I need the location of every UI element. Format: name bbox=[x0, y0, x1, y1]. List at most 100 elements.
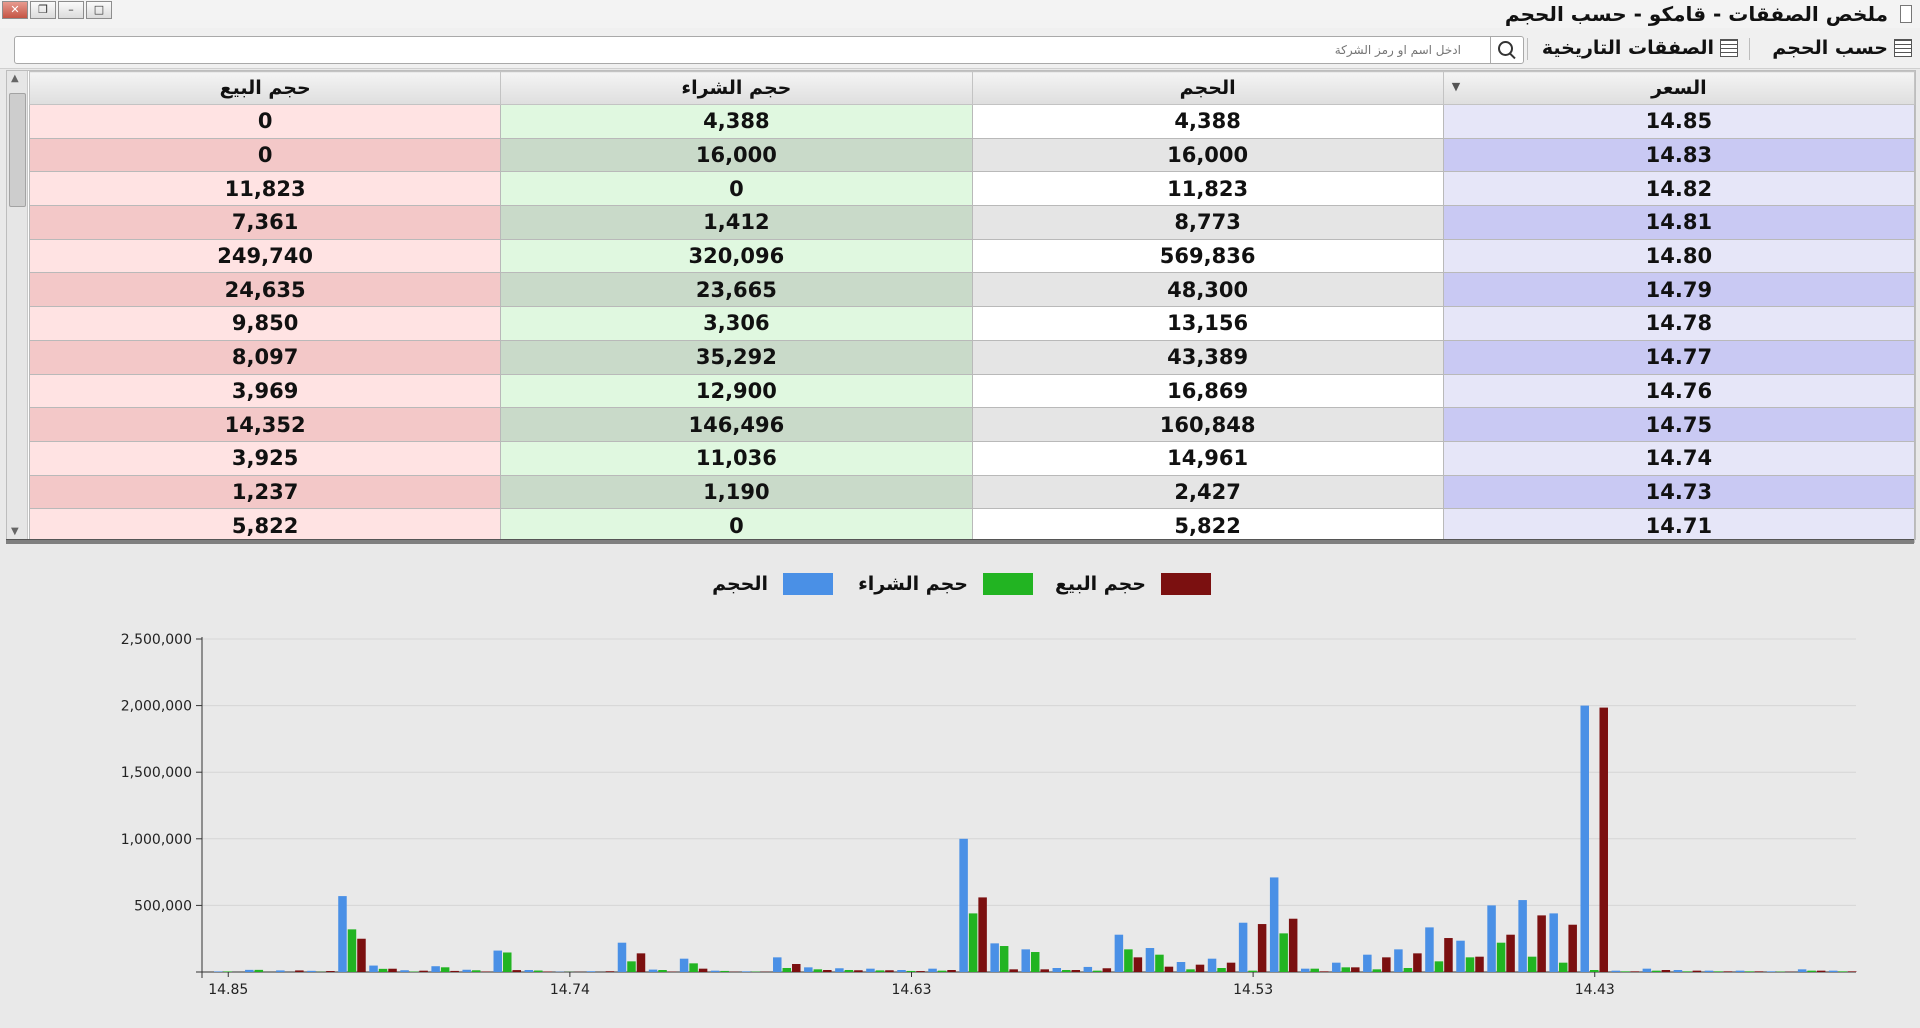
table-row[interactable]: 14,352146,496160,84814.75 bbox=[30, 408, 1915, 442]
bar bbox=[897, 970, 906, 972]
toolbar-separator bbox=[1749, 38, 1750, 60]
bar bbox=[1279, 933, 1288, 972]
bar bbox=[255, 970, 264, 972]
trades-table: حجم البيع حجم الشراء الحجم ▼ السعر 04,38… bbox=[29, 71, 1915, 543]
x-tick-label: 14.74 bbox=[550, 982, 590, 998]
bar bbox=[637, 953, 646, 972]
bar bbox=[295, 970, 304, 972]
bar bbox=[1580, 706, 1589, 972]
trades-grid: ▲ ▼ حجم البيع حجم الشراء الحجم ▼ السعر 0… bbox=[6, 70, 1916, 540]
col-buy-volume[interactable]: حجم الشراء bbox=[501, 72, 972, 105]
legend-label: الحجم bbox=[712, 573, 768, 595]
bar bbox=[1838, 971, 1847, 972]
scroll-up-icon[interactable]: ▲ bbox=[11, 73, 19, 84]
bar bbox=[1590, 970, 1599, 972]
cell-volume: 16,869 bbox=[972, 374, 1443, 408]
table-row[interactable]: 1,2371,1902,42714.73 bbox=[30, 475, 1915, 509]
bar bbox=[357, 939, 366, 972]
bar bbox=[876, 970, 885, 972]
historical-trades-button[interactable]: الصفقات التاريخية bbox=[1542, 36, 1738, 60]
bar bbox=[1755, 971, 1764, 972]
bar bbox=[1612, 971, 1621, 972]
bar bbox=[245, 970, 254, 972]
bar bbox=[814, 969, 823, 972]
bar bbox=[1289, 919, 1298, 972]
bar bbox=[1186, 969, 1195, 972]
search-input[interactable] bbox=[19, 39, 1463, 61]
bar bbox=[606, 971, 615, 972]
bar bbox=[419, 971, 428, 972]
bar bbox=[1599, 708, 1608, 972]
minimize-button[interactable]: – bbox=[58, 1, 84, 19]
bar bbox=[1239, 923, 1248, 972]
bar bbox=[494, 951, 503, 972]
col-volume[interactable]: الحجم bbox=[972, 72, 1443, 105]
y-tick-label: 500,000 bbox=[134, 898, 192, 914]
bar bbox=[1724, 971, 1733, 972]
bar bbox=[783, 968, 792, 972]
table-row[interactable]: 11,823011,82314.82 bbox=[30, 172, 1915, 206]
cell-volume: 13,156 bbox=[972, 307, 1443, 341]
cell-price: 14.74 bbox=[1443, 441, 1914, 475]
bar bbox=[947, 970, 956, 972]
table-row[interactable]: 249,740320,096569,83614.80 bbox=[30, 239, 1915, 273]
cell-sell-volume: 11,823 bbox=[30, 172, 501, 206]
cell-price: 14.76 bbox=[1443, 374, 1914, 408]
cell-sell-volume: 14,352 bbox=[30, 408, 501, 442]
bar bbox=[711, 971, 720, 972]
table-row[interactable]: 8,09735,29243,38914.77 bbox=[30, 340, 1915, 374]
window-controls: ✕ ❐ – □ bbox=[2, 1, 114, 19]
table-row[interactable]: 5,82205,82214.71 bbox=[30, 509, 1915, 543]
table-row[interactable]: 7,3611,4128,77314.81 bbox=[30, 206, 1915, 240]
bar bbox=[773, 957, 782, 972]
cell-buy-volume: 0 bbox=[501, 172, 972, 206]
bar bbox=[1829, 971, 1838, 972]
maximize-button[interactable]: □ bbox=[86, 1, 112, 19]
vertical-scrollbar[interactable]: ▲ ▼ bbox=[7, 71, 28, 539]
bar bbox=[472, 970, 481, 972]
y-tick-label: 1,000,000 bbox=[121, 832, 192, 848]
bar bbox=[525, 970, 534, 972]
cell-price: 14.71 bbox=[1443, 509, 1914, 543]
bar bbox=[326, 971, 335, 972]
bar bbox=[441, 967, 450, 972]
bar bbox=[462, 970, 471, 972]
search-button[interactable] bbox=[1490, 37, 1523, 63]
table-row[interactable]: 24,63523,66548,30014.79 bbox=[30, 273, 1915, 307]
cell-volume: 569,836 bbox=[972, 239, 1443, 273]
table-row[interactable]: 9,8503,30613,15614.78 bbox=[30, 307, 1915, 341]
bar bbox=[513, 970, 522, 972]
by-volume-button[interactable]: حسب الحجم bbox=[1772, 36, 1912, 60]
cell-sell-volume: 7,361 bbox=[30, 206, 501, 240]
cell-volume: 43,389 bbox=[972, 340, 1443, 374]
table-row[interactable]: 3,92511,03614,96114.74 bbox=[30, 441, 1915, 475]
bar bbox=[1072, 970, 1081, 972]
sort-down-icon[interactable]: ▼ bbox=[1452, 80, 1460, 93]
bar bbox=[720, 971, 729, 972]
bar bbox=[804, 967, 813, 972]
legend-swatch bbox=[1161, 573, 1211, 595]
bar bbox=[276, 970, 285, 972]
bar bbox=[1310, 969, 1319, 972]
cell-volume: 14,961 bbox=[972, 441, 1443, 475]
cell-buy-volume: 1,190 bbox=[501, 475, 972, 509]
legend-swatch bbox=[783, 573, 833, 595]
bar bbox=[1208, 959, 1217, 972]
bar bbox=[1413, 953, 1422, 972]
cell-volume: 11,823 bbox=[972, 172, 1443, 206]
cell-volume: 2,427 bbox=[972, 475, 1443, 509]
scroll-thumb[interactable] bbox=[9, 93, 26, 207]
bar bbox=[1363, 955, 1372, 972]
toolbar-separator bbox=[1527, 38, 1528, 60]
bar bbox=[1146, 948, 1155, 972]
restore-button[interactable]: ❐ bbox=[30, 1, 56, 19]
col-sell-volume[interactable]: حجم البيع bbox=[30, 72, 501, 105]
table-row[interactable]: 016,00016,00014.83 bbox=[30, 138, 1915, 172]
table-row[interactable]: 3,96912,90016,86914.76 bbox=[30, 374, 1915, 408]
col-price[interactable]: ▼ السعر bbox=[1443, 72, 1914, 105]
scroll-down-icon[interactable]: ▼ bbox=[11, 526, 19, 537]
table-row[interactable]: 04,3884,38814.85 bbox=[30, 105, 1915, 139]
cell-volume: 16,000 bbox=[972, 138, 1443, 172]
close-button[interactable]: ✕ bbox=[2, 1, 28, 19]
bar bbox=[1227, 963, 1236, 972]
